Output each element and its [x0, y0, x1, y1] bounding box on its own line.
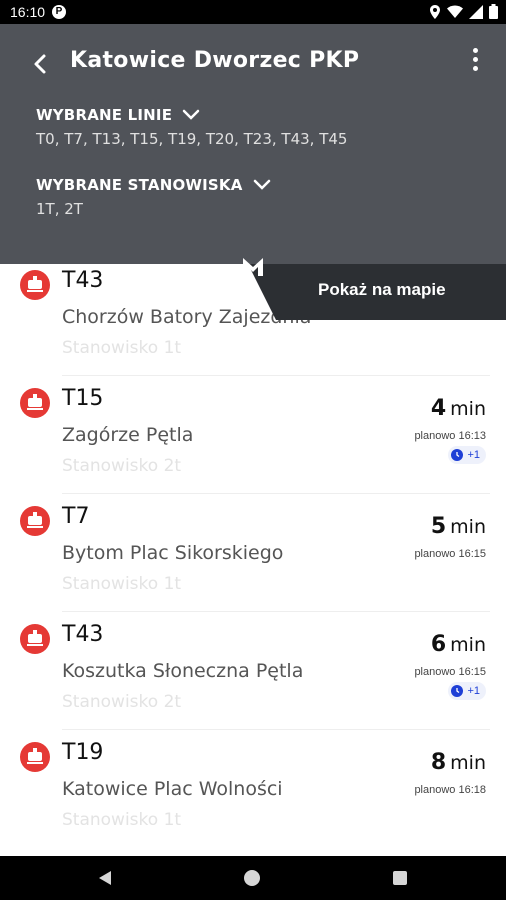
selected-lines-toggle[interactable]: WYBRANE LINIE — [36, 106, 200, 124]
chevron-down-icon — [253, 179, 270, 190]
back-arrow-icon[interactable] — [24, 48, 56, 80]
minutes-value: 6 — [430, 632, 447, 657]
selected-lines-label: WYBRANE LINIE — [36, 106, 173, 124]
tram-icon — [20, 742, 50, 772]
destination: Bytom Plac Sikorskiego — [62, 542, 284, 564]
stand-label: Stanowisko 1t — [62, 338, 182, 358]
minutes-unit: min — [450, 634, 486, 656]
system-nav-bar — [0, 856, 506, 900]
show-on-map-button[interactable]: Pokaż na mapie — [248, 264, 506, 320]
departure-time: 5 min — [431, 514, 486, 539]
stand-label: Stanowisko 1t — [62, 574, 182, 594]
status-bar: 16:10 P — [0, 0, 506, 24]
line-number: T7 — [62, 504, 90, 529]
delay-badge: +1 — [448, 682, 486, 700]
nav-recents-icon[interactable] — [393, 871, 407, 885]
tram-icon — [20, 506, 50, 536]
stand-label: Stanowisko 2t — [62, 692, 182, 712]
departure-row[interactable]: T19 Katowice Plac Wolności Stanowisko 1t… — [0, 730, 506, 848]
wifi-icon — [447, 5, 463, 18]
menu-dot — [472, 48, 478, 53]
chevron-down-icon — [182, 109, 200, 120]
destination: Zagórze Pętla — [62, 424, 194, 446]
line-number: T19 — [62, 740, 104, 765]
minutes-value: 5 — [430, 514, 447, 539]
destination: Koszutka Słoneczna Pętla — [62, 660, 304, 682]
clock-icon — [451, 685, 464, 697]
minutes-value: 4 — [430, 396, 447, 421]
delay-value: +1 — [467, 685, 480, 697]
planned-time: planowo 16:15 — [414, 548, 486, 560]
minutes-unit: min — [450, 516, 486, 538]
delay-badge: +1 — [448, 446, 486, 464]
signal-icon — [469, 4, 483, 19]
selected-stands-label: WYBRANE STANOWISKA — [36, 176, 243, 194]
destination: Katowice Plac Wolności — [62, 778, 283, 800]
departures-list[interactable]: T43 Chorzów Batory Zajezdnia Stanowisko … — [0, 264, 506, 856]
tram-icon — [20, 388, 50, 418]
notification-app-icon: P — [52, 5, 66, 19]
line-number: T15 — [62, 386, 104, 411]
departure-row[interactable]: T43 Koszutka Słoneczna Pętla Stanowisko … — [0, 612, 506, 730]
line-number: T43 — [62, 268, 104, 293]
stop-header: Katowice Dworzec PKP WYBRANE LINIE T0, T… — [0, 24, 506, 264]
stand-label: Stanowisko 2t — [62, 456, 182, 476]
stand-label: Stanowisko 1t — [62, 810, 182, 830]
delay-value: +1 — [467, 449, 480, 461]
departure-time: 4 min — [431, 396, 486, 421]
selected-lines-value: T0, T7, T13, T15, T19, T20, T23, T43, T4… — [36, 130, 348, 148]
departure-time: 6 min — [431, 632, 486, 657]
location-icon — [430, 4, 440, 19]
selected-stands-toggle[interactable]: WYBRANE STANOWISKA — [36, 176, 271, 194]
page-title: Katowice Dworzec PKP — [70, 48, 360, 73]
menu-dot — [472, 66, 478, 71]
departure-time: 8 min — [431, 750, 486, 775]
battery-icon — [489, 4, 498, 19]
planned-time: planowo 16:15 — [414, 666, 486, 678]
minutes-value: 8 — [430, 750, 447, 775]
planned-time: planowo 16:18 — [414, 784, 486, 796]
selected-stands-value: 1T, 2T — [36, 200, 83, 218]
overflow-menu-button[interactable] — [470, 48, 480, 78]
tram-icon — [20, 624, 50, 654]
show-on-map-label: Pokaż na mapie — [318, 280, 446, 299]
clock-icon — [451, 449, 464, 461]
nav-home-icon[interactable] — [244, 870, 260, 886]
line-number: T43 — [62, 622, 104, 647]
tram-icon — [20, 270, 50, 300]
departure-row[interactable]: T15 Zagórze Pętla Stanowisko 2t 4 min pla… — [0, 376, 506, 494]
status-icons — [429, 4, 498, 19]
menu-dot — [472, 57, 478, 62]
minutes-unit: min — [450, 752, 486, 774]
metropolis-logo-icon — [243, 258, 263, 276]
status-time: 16:10 — [10, 4, 46, 20]
departure-row[interactable]: T7 Bytom Plac Sikorskiego Stanowisko 1t … — [0, 494, 506, 612]
nav-back-icon[interactable] — [98, 870, 112, 886]
planned-time: planowo 16:13 — [414, 430, 486, 442]
minutes-unit: min — [450, 398, 486, 420]
